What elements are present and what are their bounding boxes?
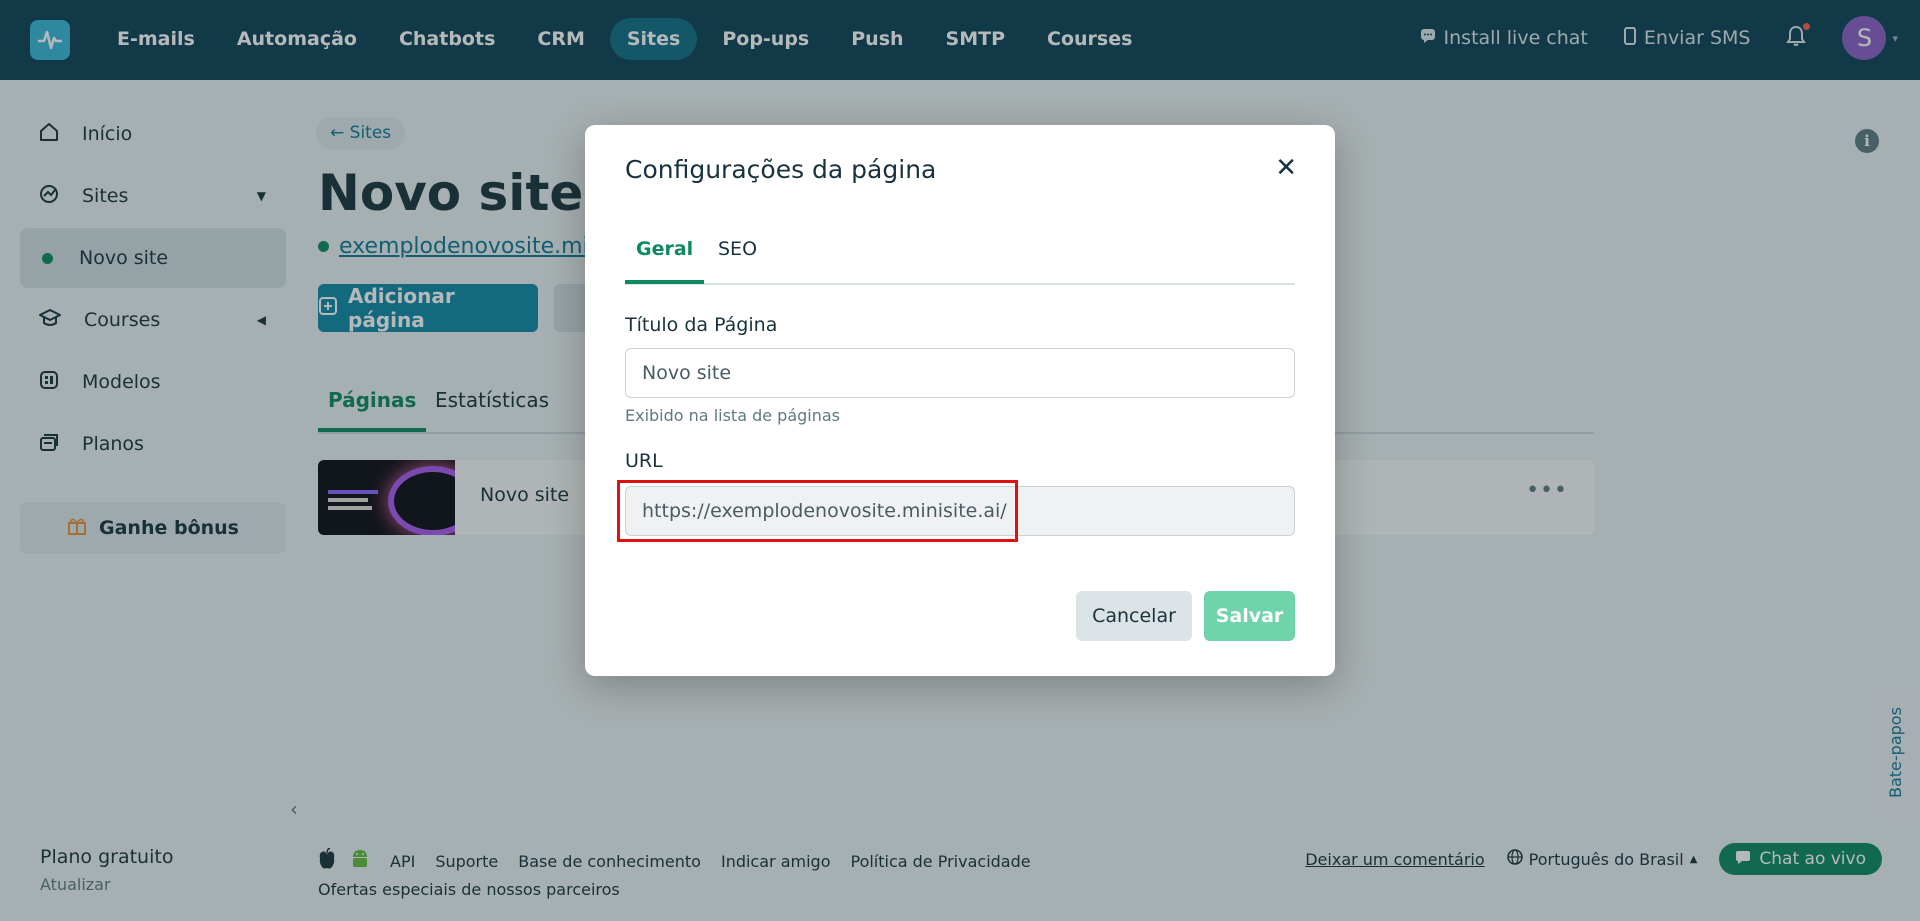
page-title-input[interactable]: Novo site bbox=[625, 348, 1295, 398]
page-title-hint: Exibido na lista de páginas bbox=[625, 406, 841, 425]
save-button[interactable]: Salvar bbox=[1204, 591, 1295, 641]
page-settings-modal: Configurações da página ✕ Geral SEO Títu… bbox=[585, 125, 1335, 676]
modal-title: Configurações da página bbox=[625, 155, 937, 184]
page-title-label: Título da Página bbox=[625, 314, 778, 336]
modal-tabs: Geral SEO bbox=[625, 235, 1295, 285]
close-icon[interactable]: ✕ bbox=[1275, 153, 1297, 183]
url-highlight-box bbox=[617, 480, 1018, 542]
url-label: URL bbox=[625, 450, 663, 472]
tab-seo[interactable]: SEO bbox=[707, 238, 768, 280]
tab-geral[interactable]: Geral bbox=[625, 238, 705, 284]
cancel-button[interactable]: Cancelar bbox=[1076, 591, 1192, 641]
